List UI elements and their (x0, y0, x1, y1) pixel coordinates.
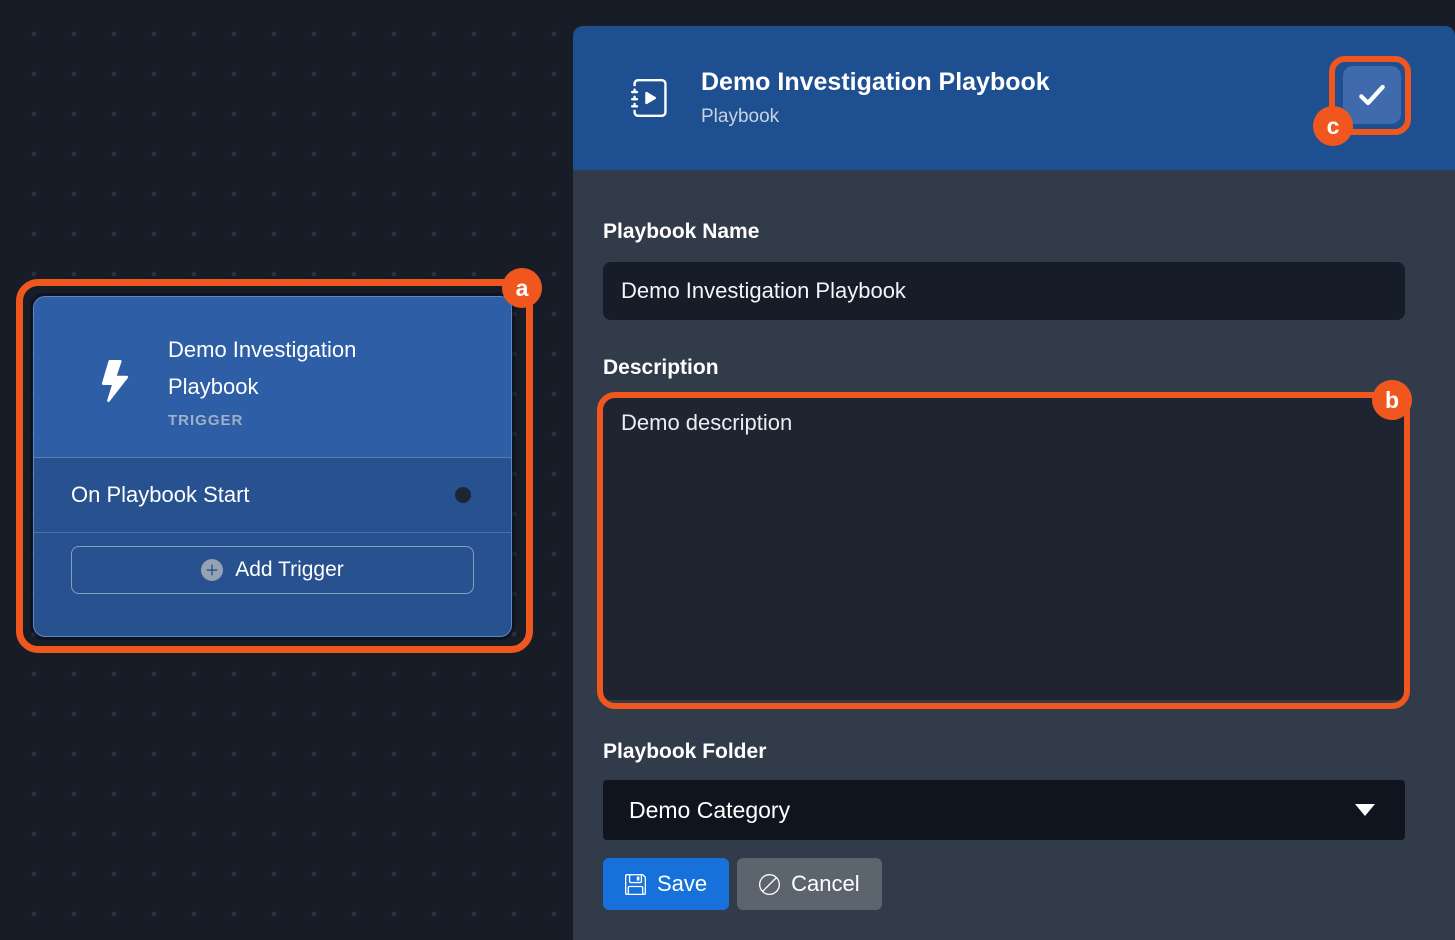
trigger-node-body: On Playbook Start Add Trigger (34, 457, 511, 637)
playbook-name-label: Playbook Name (603, 220, 1405, 244)
check-icon (1356, 79, 1388, 111)
ban-icon (759, 874, 780, 895)
form-actions: Save Cancel (603, 858, 1405, 910)
lightning-icon (94, 360, 136, 402)
playbook-name-input[interactable] (603, 262, 1405, 320)
caret-down-icon (1355, 804, 1375, 816)
description-label: Description (603, 356, 1405, 380)
add-trigger-label: Add Trigger (235, 558, 344, 582)
playbook-settings-panel: Demo Investigation Playbook Playbook Pla… (573, 26, 1455, 940)
panel-subtitle: Playbook (701, 106, 1050, 128)
playbook-folder-label: Playbook Folder (603, 740, 1405, 764)
panel-form: Playbook Name Description Demo descripti… (573, 170, 1455, 910)
add-trigger-button[interactable]: Add Trigger (71, 546, 474, 594)
playbook-folder-value: Demo Category (629, 797, 790, 824)
trigger-node-title: Demo Investigation Playbook (168, 331, 408, 405)
trigger-node-header: Demo Investigation Playbook TRIGGER (34, 297, 511, 457)
playbook-folder-select[interactable]: Demo Category (603, 780, 1405, 840)
confirm-button[interactable] (1343, 66, 1401, 124)
trigger-row-on-playbook-start[interactable]: On Playbook Start (34, 458, 511, 533)
cancel-button-label: Cancel (791, 871, 859, 897)
panel-header: Demo Investigation Playbook Playbook (573, 26, 1455, 170)
description-textarea[interactable]: Demo description (603, 394, 1405, 700)
panel-title: Demo Investigation Playbook (701, 68, 1050, 97)
save-icon (625, 874, 646, 895)
plus-circle-icon (201, 559, 223, 581)
trigger-node-type-label: TRIGGER (168, 411, 408, 431)
save-button-label: Save (657, 871, 707, 897)
playbook-icon (631, 79, 669, 117)
trigger-row-label: On Playbook Start (71, 482, 250, 508)
connector-port-dot[interactable] (455, 487, 471, 503)
cancel-button[interactable]: Cancel (737, 858, 881, 910)
trigger-node[interactable]: Demo Investigation Playbook TRIGGER On P… (33, 296, 512, 637)
save-button[interactable]: Save (603, 858, 729, 910)
